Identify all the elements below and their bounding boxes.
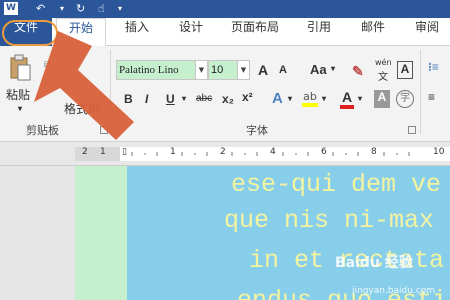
baidu-watermark: Baidu 经验 [335,255,413,271]
baidu-watermark-url: jingyan.baidu.com [352,286,436,296]
